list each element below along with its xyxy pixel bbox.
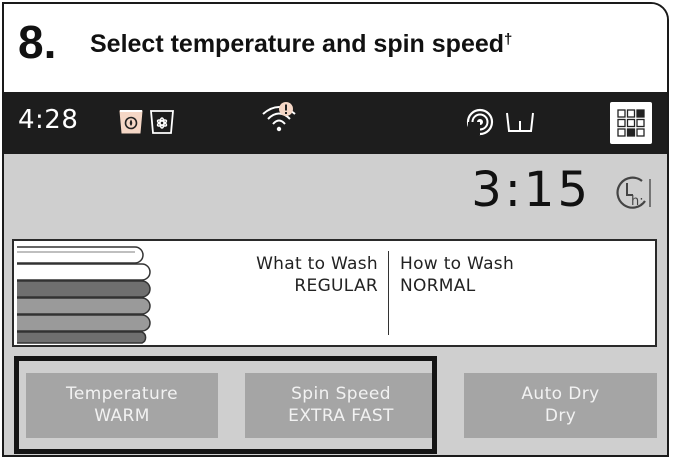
selection-highlight-box <box>14 356 437 454</box>
wash-display: 3:15 h: What to Wash REGULAR How to Wash… <box>4 154 667 455</box>
auto-dry-label: Auto Dry <box>521 384 600 404</box>
how-to-wash: How to Wash NORMAL <box>400 253 514 297</box>
footnote-mark: † <box>504 31 513 48</box>
remote-control-icon[interactable] <box>466 107 494 137</box>
step-title: Select temperature and spin speed† <box>90 24 512 64</box>
step-header: 8. Select temperature and spin speed† <box>4 4 667 92</box>
what-to-wash-label: What to Wash <box>256 254 378 274</box>
what-to-wash-value: REGULAR <box>294 276 378 296</box>
wifi-alert-icon[interactable] <box>259 100 299 134</box>
svg-text:h:: h: <box>631 194 644 209</box>
remaining-time: 3:15 <box>471 162 591 218</box>
menu-grid-icon <box>617 109 645 137</box>
detergent-icon[interactable] <box>119 109 143 135</box>
menu-grid-button[interactable] <box>610 102 652 144</box>
basket-icon[interactable] <box>504 109 536 135</box>
what-to-wash: What to Wash REGULAR <box>164 253 378 297</box>
auto-dry-value: Dry <box>544 406 577 426</box>
clock: 4:28 <box>18 105 79 135</box>
how-to-wash-label: How to Wash <box>400 254 515 274</box>
instruction-frame: 8. Select temperature and spin speed† 4:… <box>2 2 669 457</box>
cycle-divider <box>388 251 389 335</box>
step-number: 8. <box>18 16 57 68</box>
cycle-info-panel[interactable]: What to Wash REGULAR How to Wash NORMAL <box>12 239 657 347</box>
step-title-text: Select temperature and spin speed <box>90 30 505 58</box>
auto-dry-button[interactable]: Auto Dry Dry <box>464 373 657 438</box>
delay-timer-icon[interactable]: h: <box>610 173 654 213</box>
clothes-stack-icon <box>17 246 151 344</box>
how-to-wash-value: NORMAL <box>400 276 476 296</box>
status-bar: 4:28 <box>4 92 667 154</box>
softener-icon[interactable] <box>150 109 174 135</box>
